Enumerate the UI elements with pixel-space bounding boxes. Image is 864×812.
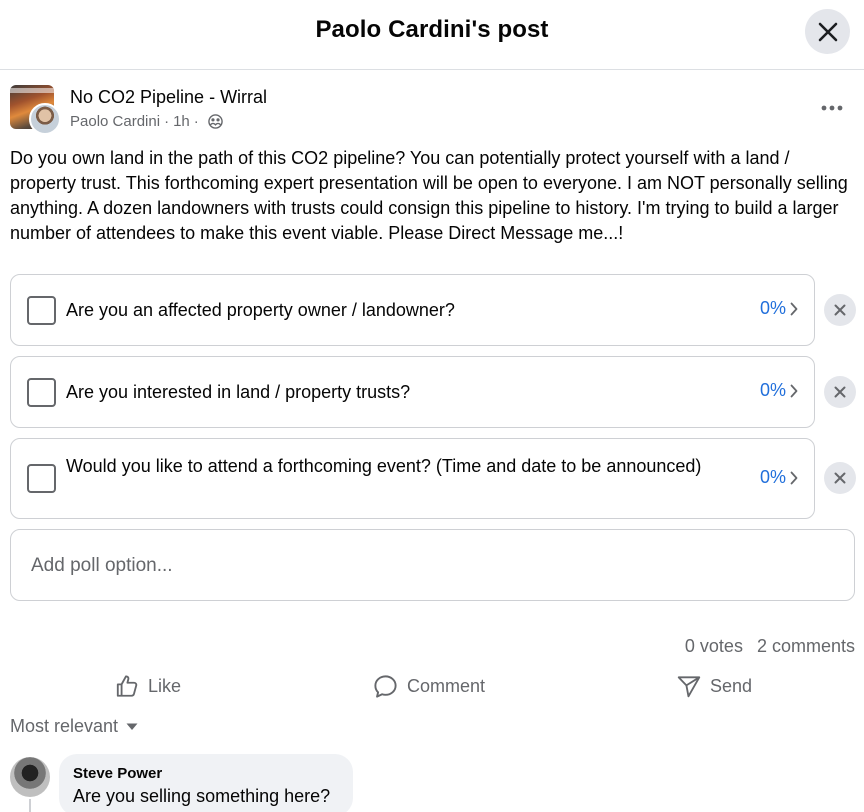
group-audience-icon [207,114,223,129]
thread-line [29,799,31,812]
send-label: Send [710,675,753,696]
more-icon [821,105,843,111]
comment-icon [374,674,397,698]
group-name-link[interactable]: No CO2 Pipeline - Wirral [70,87,267,108]
dialog-title: Paolo Cardini's post [315,16,549,43]
remove-poll-option-button[interactable] [824,462,856,494]
poll-percent: 0% [759,298,786,318]
remove-icon [834,386,846,398]
dialog-header: Paolo Cardini's post [0,0,864,70]
comment-bubble: Steve Power Are you selling something he… [59,754,353,812]
chevron-right-icon [790,384,798,397]
post-avatar[interactable] [10,85,61,135]
comment-button[interactable]: Comment [372,670,485,702]
post-text: Do you own land in the path of this CO2 … [10,148,848,243]
poll-checkbox[interactable] [27,464,56,493]
poll-option[interactable]: Are you interested in land / property tr… [10,356,815,428]
add-poll-option-box[interactable] [10,529,855,601]
send-icon [677,676,701,698]
post-stats: 0 votes 2 comments [685,636,855,657]
remove-icon [834,304,846,316]
send-button[interactable]: Send [676,670,752,702]
add-poll-option-input[interactable] [31,552,831,580]
poll-option-label: Are you interested in land / property tr… [66,382,411,402]
like-icon [116,675,138,697]
poll-percent: 0% [759,467,786,487]
comment-text: Are you selling something here? [73,786,331,806]
poll-option[interactable]: Would you like to attend a forthcoming e… [10,438,815,519]
chevron-right-icon [790,471,798,484]
poll-checkbox[interactable] [27,378,56,407]
votes-count[interactable]: 0 votes [685,636,743,657]
remove-icon [834,472,846,484]
poll-checkbox[interactable] [27,296,56,325]
poll-percent-link[interactable]: 0% [760,380,798,401]
comments-count[interactable]: 2 comments [757,636,855,657]
comment-sort-label: Most relevant [10,716,119,736]
like-label: Like [148,675,182,696]
author-name-link[interactable]: Paolo Cardini [70,113,160,130]
caret-down-icon [126,723,138,730]
remove-poll-option-button[interactable] [824,376,856,408]
author-avatar[interactable] [29,103,61,135]
poll-percent-link[interactable]: 0% [760,298,798,319]
post-meta: Paolo Cardini · 1h · [70,113,223,130]
poll-percent-link[interactable]: 0% [760,467,798,488]
comment-author-link[interactable]: Steve Power [73,764,339,784]
poll-option-label: Are you an affected property owner / lan… [66,300,455,320]
comment-sort-dropdown[interactable]: Most relevant [10,716,138,737]
poll-percent: 0% [759,380,786,400]
remove-poll-option-button[interactable] [824,294,856,326]
chevron-right-icon [790,302,798,315]
more-options-button[interactable] [815,93,849,123]
comment-label: Comment [407,675,486,696]
close-icon [818,22,837,41]
commenter-avatar[interactable] [10,757,50,797]
like-button[interactable]: Like [114,670,181,702]
poll-option[interactable]: Are you an affected property owner / lan… [10,274,815,346]
post-time-link[interactable]: 1h [173,113,190,130]
poll-option-label: Would you like to attend a forthcoming e… [66,456,702,476]
close-button[interactable] [805,9,850,54]
